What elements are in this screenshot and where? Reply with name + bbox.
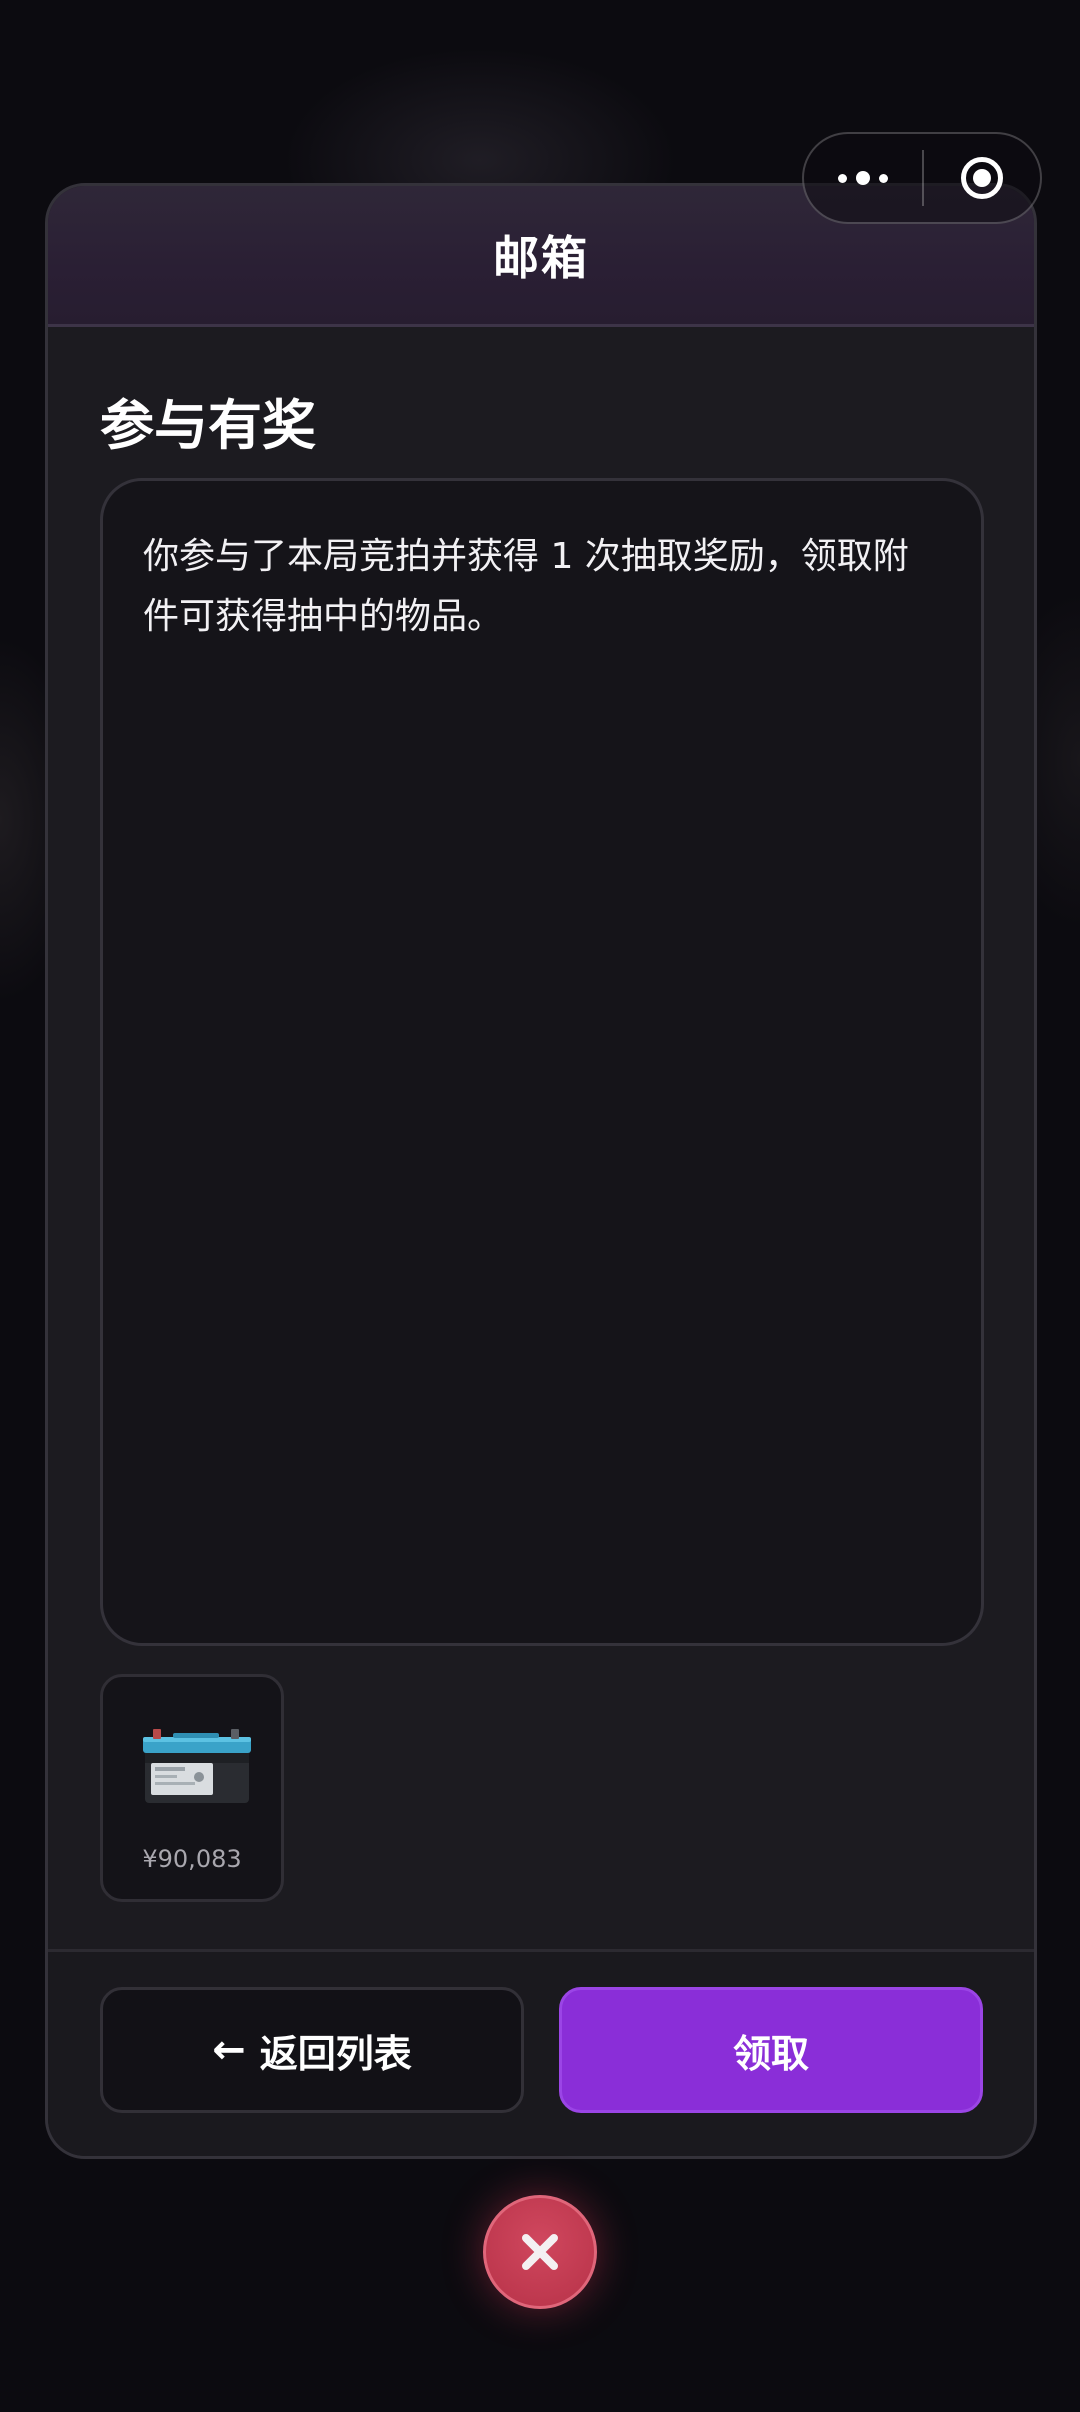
- modal-footer: ← 返回列表 领取: [48, 1949, 1034, 2156]
- claim-button[interactable]: 领取: [559, 1987, 983, 2113]
- more-button[interactable]: [804, 134, 922, 222]
- back-to-list-button[interactable]: ← 返回列表: [100, 1987, 524, 2113]
- back-to-list-label: 返回列表: [259, 2031, 412, 2076]
- mailbox-modal: 邮箱 参与有奖 你参与了本局竞拍并获得 1 次抽取奖励，领取附件可获得抽中的物品…: [45, 183, 1037, 2159]
- mail-subject: 参与有奖: [100, 394, 316, 457]
- mini-program-capsule: [802, 132, 1042, 224]
- car-battery-icon: [143, 1729, 251, 1803]
- close-x-icon: [522, 2234, 558, 2270]
- attachment-item[interactable]: ¥90,083: [100, 1674, 284, 1902]
- mail-body: 你参与了本局竞拍并获得 1 次抽取奖励，领取附件可获得抽中的物品。: [100, 478, 984, 1646]
- claim-label: 领取: [732, 2031, 809, 2076]
- mail-body-text: 你参与了本局竞拍并获得 1 次抽取奖励，领取附件可获得抽中的物品。: [143, 536, 909, 637]
- target-circle-icon: [961, 157, 1003, 199]
- screen: 邮箱 参与有奖 你参与了本局竞拍并获得 1 次抽取奖励，领取附件可获得抽中的物品…: [0, 0, 1080, 2412]
- modal-title: 邮箱: [493, 231, 589, 285]
- attachment-price: ¥90,083: [142, 1845, 242, 1873]
- more-dots-icon: [838, 173, 847, 183]
- exit-miniprogram-button[interactable]: [924, 134, 1040, 222]
- close-modal-button[interactable]: [483, 2195, 597, 2309]
- arrow-left-icon: ←: [212, 2027, 246, 2073]
